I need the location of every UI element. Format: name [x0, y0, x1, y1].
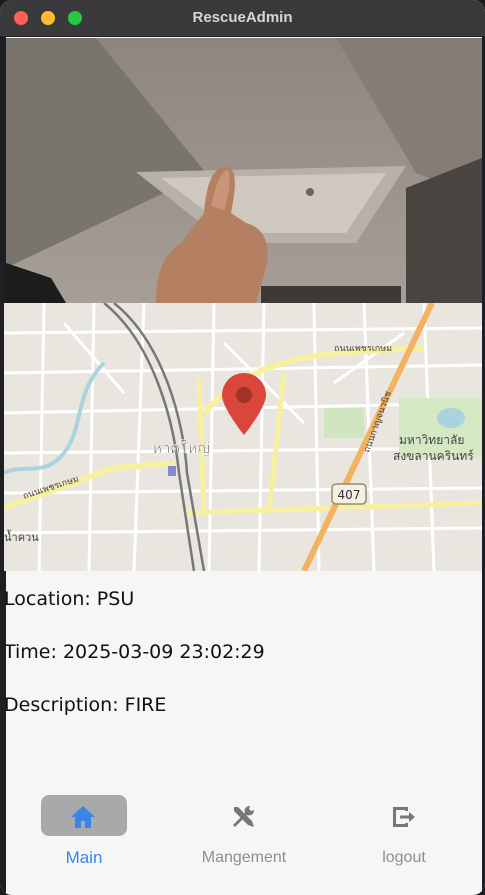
highway-shield-label: 407	[338, 488, 361, 502]
bottom-navigation: Main Mangement logout	[6, 782, 482, 880]
incident-map[interactable]: ถนนเพชรเกษม ถนนเพชรเกษม หาดใหญ่ มหาวิทยา…	[4, 303, 482, 571]
nav-logout[interactable]: logout	[326, 782, 466, 880]
title-bar: RescueAdmin	[0, 0, 485, 37]
map-label-university-line1: มหาวิทยาลัย	[399, 433, 464, 447]
map-label-edge-left: น้ำควน	[4, 529, 39, 544]
tools-icon	[233, 805, 255, 827]
time-text: Time: 2025-03-09 23:02:29	[4, 641, 265, 663]
window-title: RescueAdmin	[192, 9, 293, 26]
nav-logout-label: logout	[382, 849, 426, 866]
nav-management[interactable]: Mangement	[166, 782, 306, 880]
nav-management-label: Mangement	[201, 849, 287, 866]
incident-details: Location: PSU Time: 2025-03-09 23:02:29 …	[4, 585, 474, 744]
logout-icon	[393, 807, 415, 827]
map-label-district: หาดใหญ่	[152, 439, 210, 457]
description-text: Description: FIRE	[4, 694, 167, 716]
camera-photo	[6, 38, 482, 303]
app-window: RescueAdmin ถนนเพชรเกษม ถนนเพชรเกษม หาดใ…	[0, 0, 485, 895]
home-icon	[71, 806, 95, 828]
map-label-road-north: ถนนเพชรเกษม	[334, 344, 392, 354]
location-text: Location: PSU	[4, 588, 135, 610]
highway-shield: 407	[331, 483, 367, 505]
map-label-university-line2: สงขลานครินทร์	[393, 449, 474, 463]
nav-main[interactable]: Main	[6, 782, 146, 880]
nav-main-label: Main	[65, 848, 103, 867]
